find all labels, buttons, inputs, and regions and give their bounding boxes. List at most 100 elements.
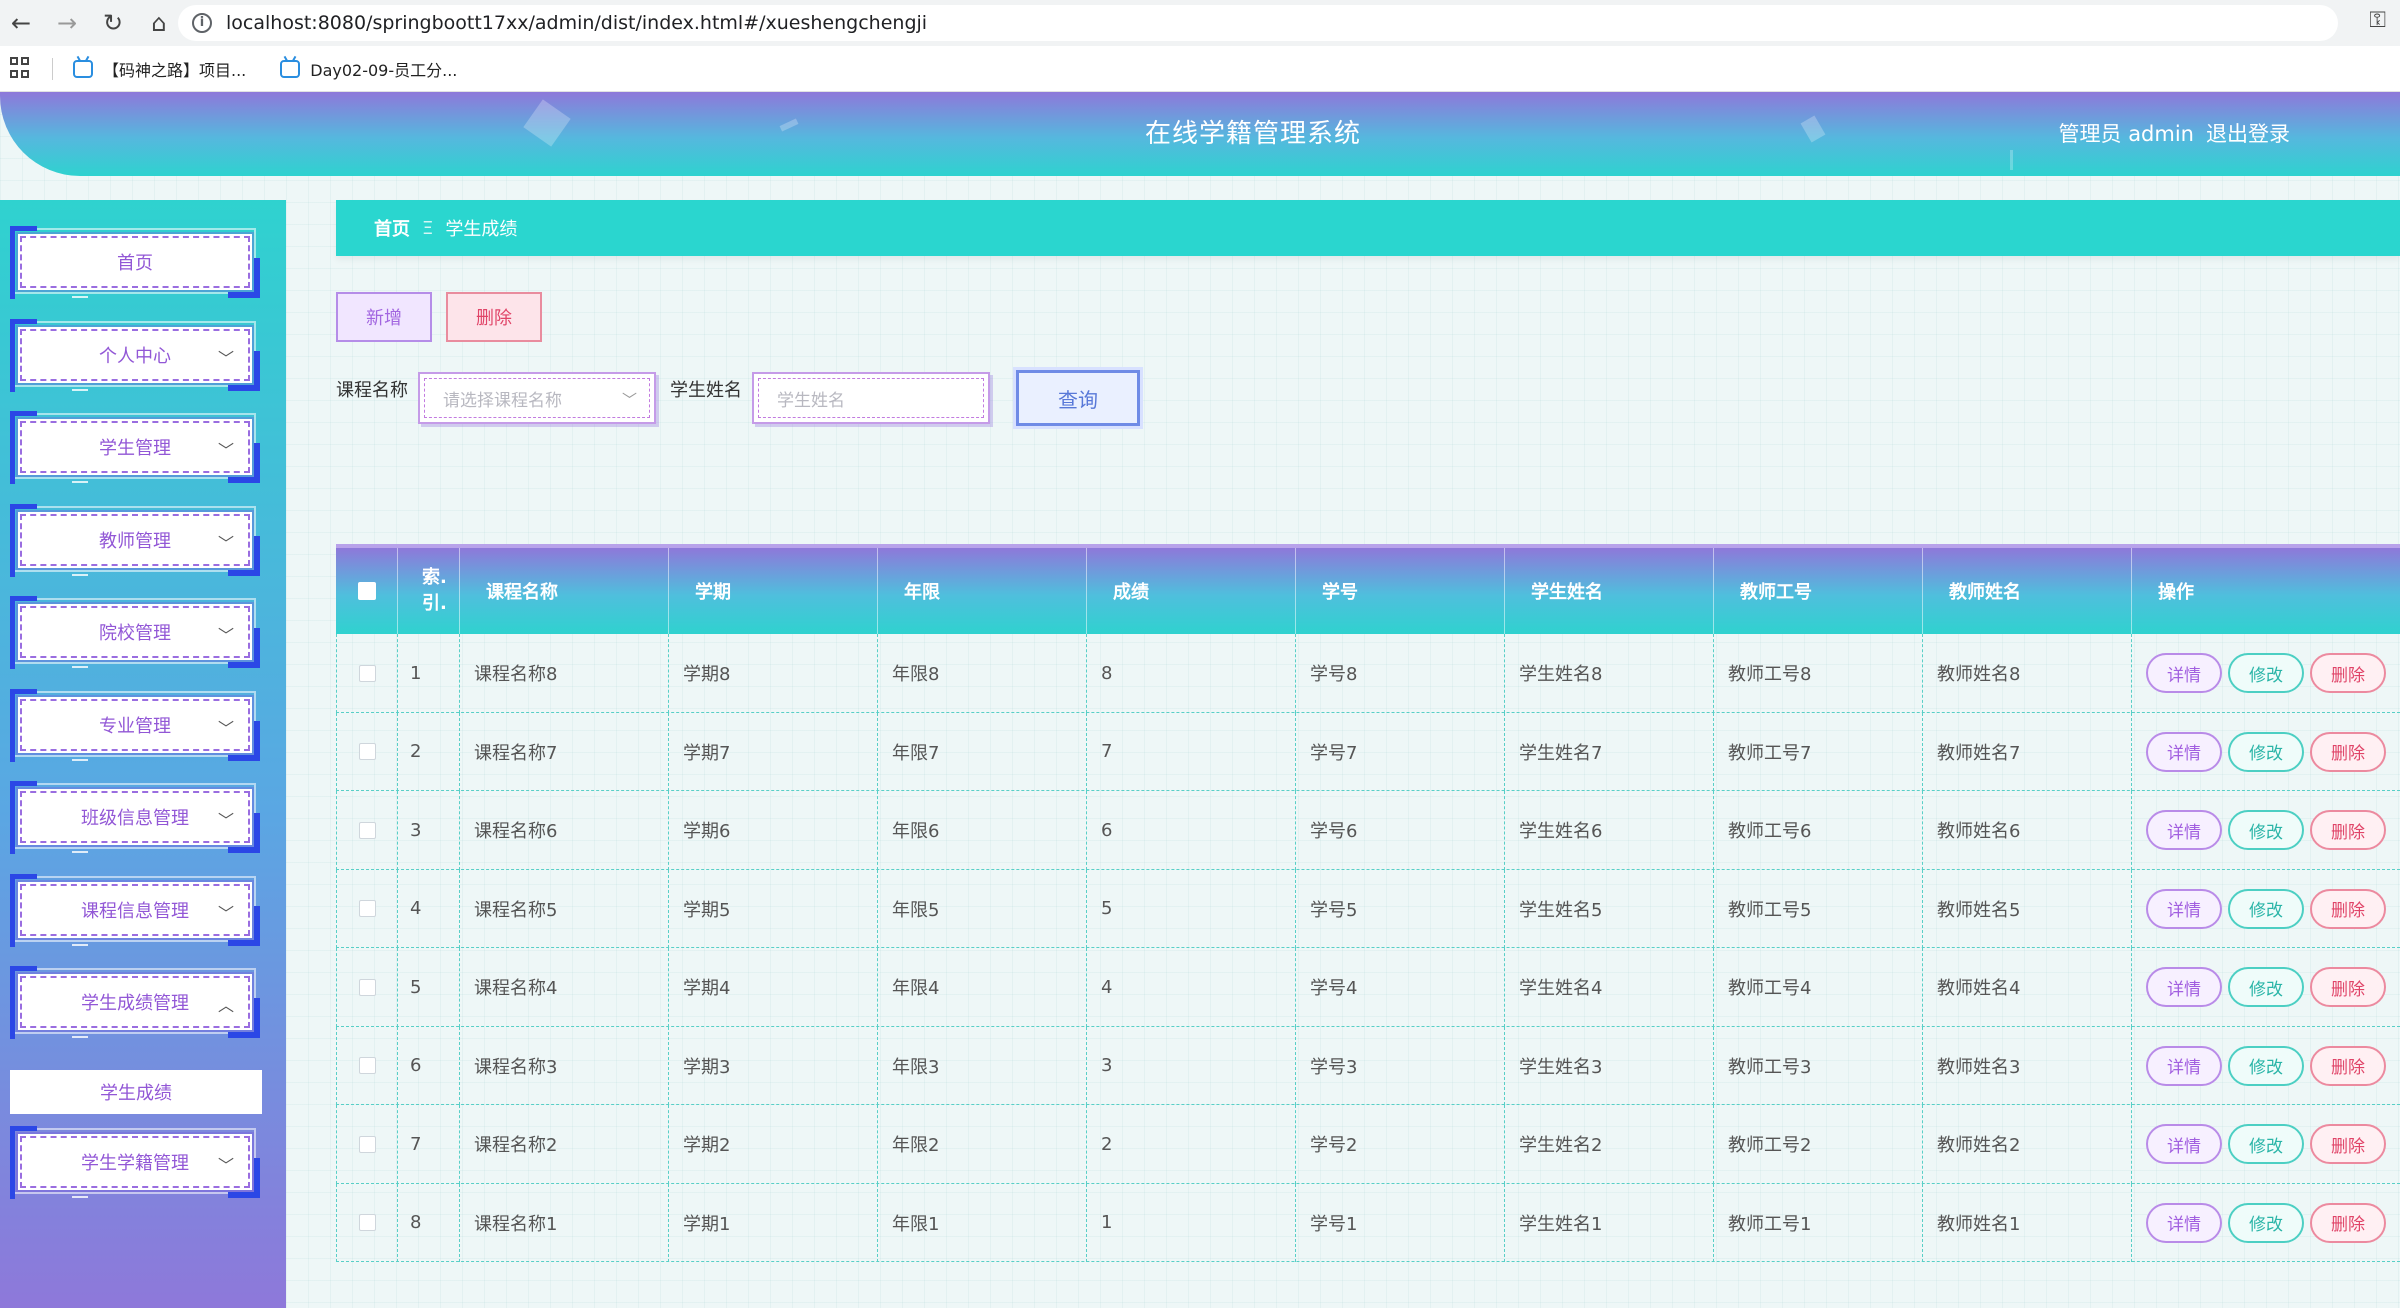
sidebar-item-home[interactable]: 首页 <box>10 220 260 299</box>
detail-button[interactable]: 详情 <box>2146 653 2222 694</box>
row-checkbox[interactable] <box>358 743 376 761</box>
course-select-placeholder: 请选择课程名称 <box>443 390 562 411</box>
sidebar-item-label-box[interactable]: 个人中心 ﹀ <box>20 328 250 381</box>
cell-teacher-name: 教师姓名4 <box>1923 948 2132 1027</box>
delete-button[interactable]: 删除 <box>2310 1124 2386 1165</box>
cell-course: 课程名称2 <box>460 1105 669 1184</box>
row-checkbox[interactable] <box>358 978 376 996</box>
sidebar-item-label-box[interactable]: 院校管理 ﹀ <box>20 606 250 658</box>
sidebar-item-courses[interactable]: 课程信息管理 ﹀ <box>10 868 260 947</box>
batch-delete-button[interactable]: 删除 <box>446 292 542 342</box>
apps-grid-icon[interactable] <box>10 56 34 81</box>
sidebar-item-teachers[interactable]: 教师管理 ﹀ <box>10 498 260 577</box>
reload-icon[interactable]: ↻ <box>94 4 132 42</box>
cell-teacher-name: 教师姓名1 <box>1923 1183 2132 1262</box>
sidebar-item-status[interactable]: 学生学籍管理 ﹀ <box>10 1120 260 1199</box>
delete-button[interactable]: 删除 <box>2310 810 2386 851</box>
logout-link[interactable]: 退出登录 <box>2206 92 2290 176</box>
menu-connector <box>72 481 88 483</box>
detail-button[interactable]: 详情 <box>2146 1045 2222 1086</box>
row-checkbox[interactable] <box>358 900 376 918</box>
cell-index: 7 <box>398 1105 460 1184</box>
forward-icon[interactable]: → <box>48 4 86 42</box>
sidebar-item-label-box[interactable]: 首页 <box>20 236 250 288</box>
edit-button[interactable]: 修改 <box>2228 1202 2304 1243</box>
edit-button[interactable]: 修改 <box>2228 810 2304 851</box>
sidebar-item-label-box[interactable]: 学生成绩管理 ︿ <box>20 976 250 1028</box>
current-user: 管理员 admin <box>2058 122 2194 146</box>
sidebar-item-label: 院校管理 <box>99 623 171 644</box>
sidebar-item-profile[interactable]: 个人中心 ﹀ <box>10 313 260 392</box>
row-checkbox[interactable] <box>358 1057 376 1075</box>
edit-button[interactable]: 修改 <box>2228 731 2304 772</box>
sidebar-item-label-box[interactable]: 教师管理 ﹀ <box>20 513 250 566</box>
sidebar-item-label-box[interactable]: 学生学籍管理 ﹀ <box>20 1136 250 1188</box>
course-select[interactable]: 请选择课程名称 ﹀ <box>418 372 656 424</box>
delete-button[interactable]: 删除 <box>2310 1202 2386 1243</box>
cell-teacher-name: 教师姓名7 <box>1923 712 2132 791</box>
delete-button[interactable]: 删除 <box>2310 967 2386 1008</box>
bookmark-item[interactable]: 【码神之路】项目... <box>73 57 246 81</box>
cell-score: 6 <box>1087 791 1296 870</box>
sidebar-item-students[interactable]: 学生管理 ﹀ <box>10 405 260 484</box>
bilibili-icon <box>280 59 301 78</box>
delete-button[interactable]: 删除 <box>2310 653 2386 694</box>
menu-connector <box>72 573 88 576</box>
sidebar-item-label-box[interactable]: 课程信息管理 ﹀ <box>20 883 250 936</box>
cell-score: 5 <box>1087 869 1296 948</box>
bookmark-item[interactable]: Day02-09-员工分... <box>280 57 457 81</box>
edit-button[interactable]: 修改 <box>2228 1124 2304 1165</box>
delete-button[interactable]: 删除 <box>2310 1045 2386 1086</box>
table-header: 索. 引. 课程名称 学期 年限 成绩 学号 学生姓名 教师工号 教师姓名 操作 <box>336 544 2400 634</box>
cell-actions: 详情 修改 删除 <box>2132 1184 2392 1263</box>
sidebar-item-classes[interactable]: 班级信息管理 ﹀ <box>10 775 260 854</box>
breadcrumb-home[interactable]: 首页 <box>374 215 410 241</box>
detail-button[interactable]: 详情 <box>2146 967 2222 1008</box>
cell-index: 6 <box>398 1026 460 1105</box>
student-name-input[interactable]: 学生姓名 <box>752 372 990 424</box>
sidebar-item-label-box[interactable]: 专业管理 ﹀ <box>20 698 250 751</box>
column-header-score: 成绩 <box>1087 548 1296 634</box>
password-key-icon[interactable]: ⚿ <box>2369 8 2386 33</box>
row-checkbox[interactable] <box>358 1214 376 1232</box>
edit-button[interactable]: 修改 <box>2228 967 2304 1008</box>
detail-button[interactable]: 详情 <box>2146 810 2222 851</box>
edit-button[interactable]: 修改 <box>2228 1045 2304 1086</box>
cell-year: 年限8 <box>878 634 1087 713</box>
sidebar-item-label-box[interactable]: 班级信息管理 ﹀ <box>20 791 250 843</box>
detail-button[interactable]: 详情 <box>2146 888 2222 929</box>
detail-button[interactable]: 详情 <box>2146 731 2222 772</box>
delete-button[interactable]: 删除 <box>2310 888 2386 929</box>
table-body: 1 课程名称8 学期8 年限8 8 学号8 学生姓名8 教师工号8 教师姓名8 详情 修改 删除 2 课程… <box>336 634 2400 1262</box>
edit-button[interactable]: 修改 <box>2228 888 2304 929</box>
sidebar-item-label: 学生管理 <box>99 438 171 459</box>
address-bar[interactable]: i localhost:8080/springboott17xx/admin/d… <box>178 5 2338 41</box>
menu-connector <box>72 388 88 391</box>
sidebar-item-label-box[interactable]: 学生管理 ﹀ <box>20 421 250 473</box>
query-button[interactable]: 查询 <box>1016 370 1140 426</box>
select-all-checkbox[interactable] <box>357 582 376 600</box>
cell-student-id: 学号3 <box>1296 1026 1505 1105</box>
edit-button[interactable]: 修改 <box>2228 653 2304 694</box>
cell-student-name: 学生姓名1 <box>1505 1183 1714 1262</box>
row-checkbox[interactable] <box>358 821 376 839</box>
site-info-icon[interactable]: i <box>192 13 212 33</box>
delete-button[interactable]: 删除 <box>2310 731 2386 772</box>
table-row: 8 课程名称1 学期1 年限1 1 学号1 学生姓名1 教师工号1 教师姓名1 详情 修改 删除 <box>336 1183 2400 1263</box>
sidebar-item-majors[interactable]: 专业管理 ﹀ <box>10 683 260 762</box>
row-checkbox[interactable] <box>358 664 376 682</box>
sidebar-item-grades[interactable]: 学生成绩管理 ︿ <box>10 960 260 1039</box>
detail-button[interactable]: 详情 <box>2146 1202 2222 1243</box>
cell-course: 课程名称4 <box>460 948 669 1027</box>
chevron-down-icon: ﹀ <box>217 811 234 830</box>
sidebar-item-schools[interactable]: 院校管理 ﹀ <box>10 590 260 669</box>
cell-course: 课程名称3 <box>460 1026 669 1105</box>
add-button[interactable]: 新增 <box>336 292 432 342</box>
back-icon[interactable]: ← <box>2 4 40 42</box>
cell-student-id: 学号2 <box>1296 1105 1505 1184</box>
row-select-cell <box>336 869 398 948</box>
home-icon[interactable]: ⌂ <box>140 4 178 42</box>
submenu-item-grades[interactable]: 学生成绩 <box>10 1070 262 1114</box>
detail-button[interactable]: 详情 <box>2146 1124 2222 1165</box>
row-checkbox[interactable] <box>358 1135 376 1153</box>
